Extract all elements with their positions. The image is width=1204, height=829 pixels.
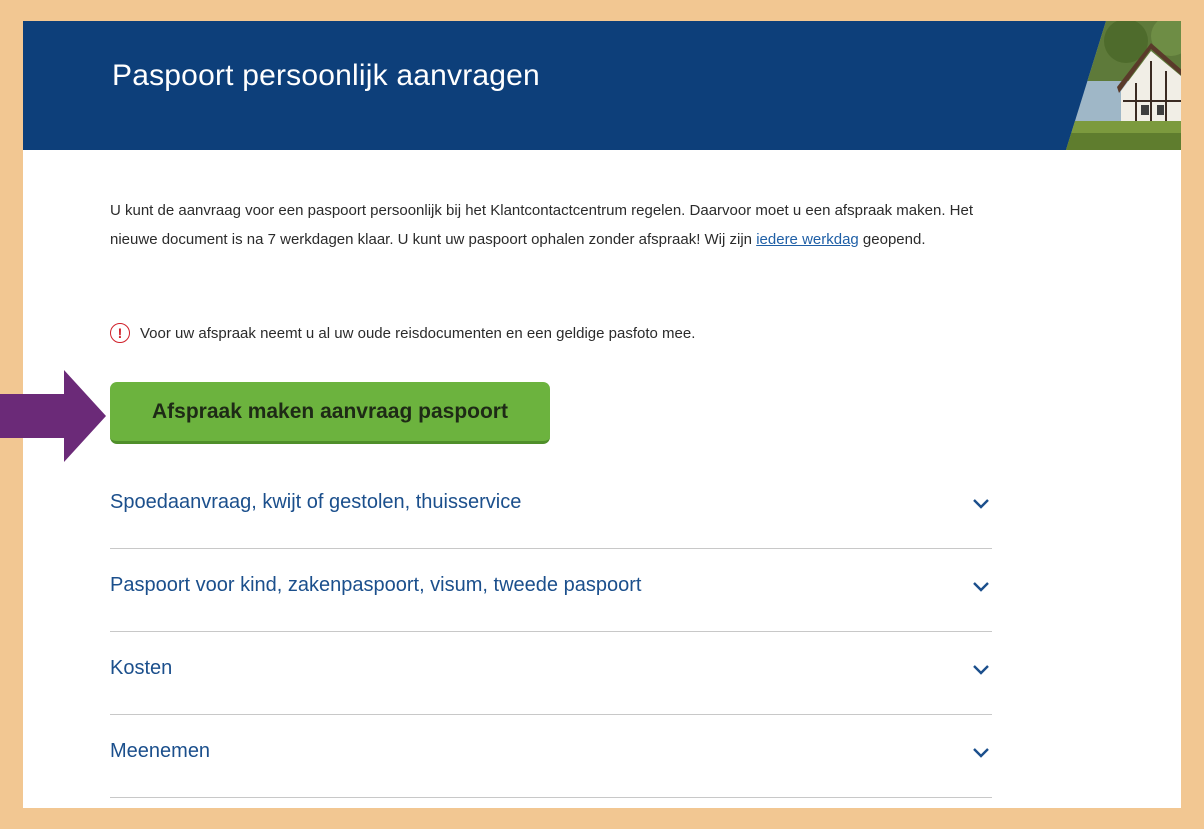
accordion-item-label: Meenemen	[110, 739, 211, 762]
accordion-item-meenemen[interactable]: Meenemen	[110, 715, 992, 798]
page-title: Paspoort persoonlijk aanvragen	[112, 59, 540, 92]
opening-hours-link[interactable]: iedere werkdag	[756, 231, 859, 248]
chevron-down-icon	[973, 582, 989, 592]
accordion-item-label: Paspoort voor kind, zakenpaspoort, visum…	[110, 573, 642, 596]
header-banner: Paspoort persoonlijk aanvragen	[23, 21, 1181, 150]
accordion-item-kosten[interactable]: Kosten	[110, 632, 992, 715]
chevron-down-icon	[973, 748, 989, 758]
accordion-item-spoedaanvraag[interactable]: Spoedaanvraag, kwijt of gestolen, thuiss…	[110, 466, 992, 549]
intro-paragraph: U kunt de aanvraag voor een paspoort per…	[110, 196, 1010, 254]
chevron-down-icon	[973, 499, 989, 509]
accordion: Spoedaanvraag, kwijt of gestolen, thuiss…	[110, 466, 992, 798]
main-content: U kunt de aanvraag voor een paspoort per…	[110, 196, 1010, 343]
accordion-item-label: Spoedaanvraag, kwijt of gestolen, thuiss…	[110, 490, 522, 513]
chevron-down-icon	[973, 665, 989, 675]
notice: ! Voor uw afspraak neemt u al uw oude re…	[110, 323, 695, 343]
notice-text: Voor uw afspraak neemt u al uw oude reis…	[140, 324, 696, 342]
arrow-right-icon	[0, 370, 106, 462]
accordion-item-kind-zakenpaspoort[interactable]: Paspoort voor kind, zakenpaspoort, visum…	[110, 549, 992, 632]
banner-photo-image	[1066, 21, 1181, 150]
make-appointment-button[interactable]: Afspraak maken aanvraag paspoort	[110, 382, 550, 444]
accordion-item-label: Kosten	[110, 656, 173, 679]
intro-text-end: geopend.	[858, 231, 926, 248]
page-frame: Paspoort persoonlijk aanvragen U kunt de…	[23, 21, 1181, 808]
exclamation-circle-icon: !	[110, 323, 130, 343]
